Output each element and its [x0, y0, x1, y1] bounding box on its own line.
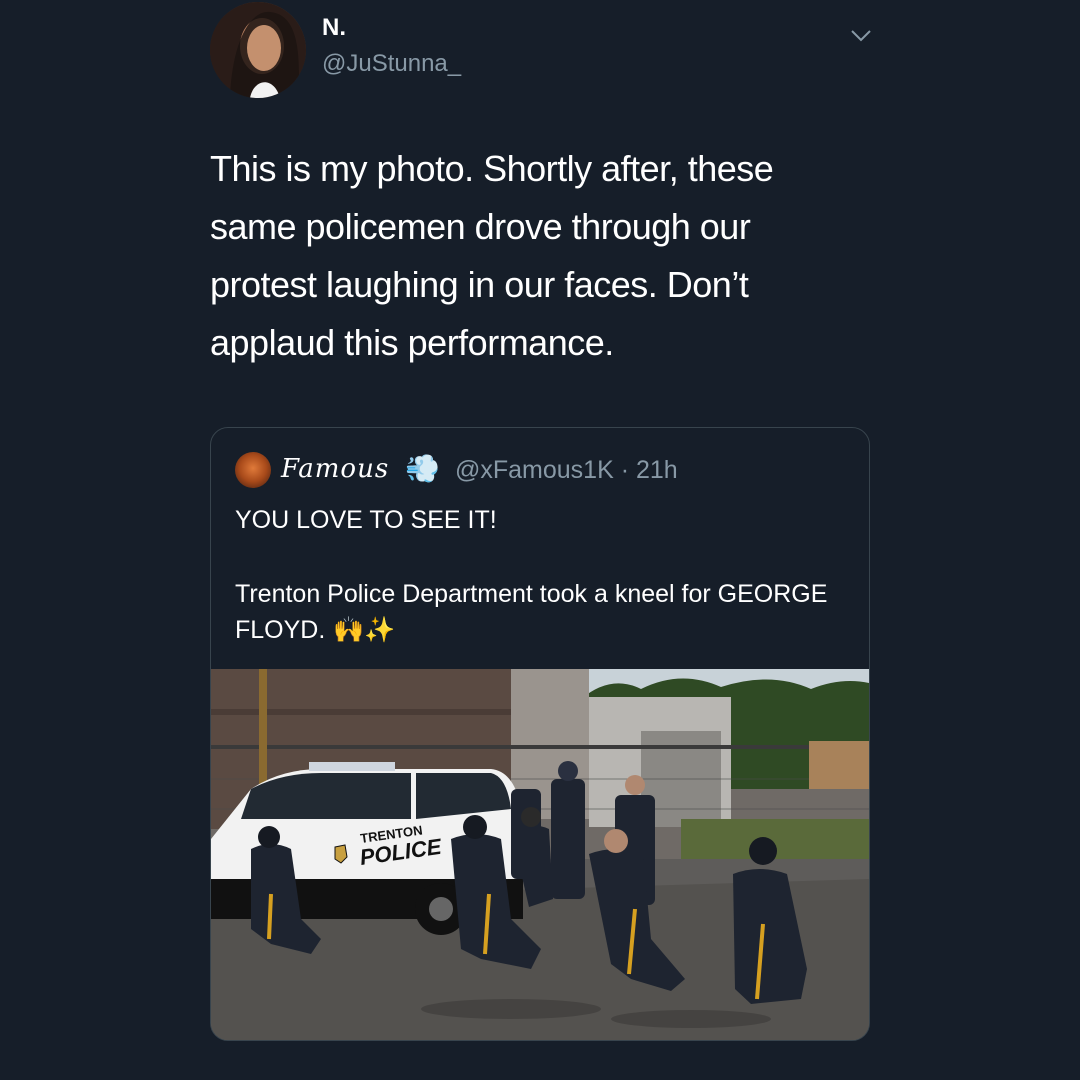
- author-avatar[interactable]: [210, 2, 306, 98]
- quoted-tweet-headline: YOU LOVE TO SEE IT!: [235, 506, 497, 534]
- author-handle[interactable]: @JuStunna_: [322, 50, 461, 78]
- avatar-image: [210, 2, 306, 98]
- quoted-tweet-photo[interactable]: TRENTON POLICE: [211, 669, 869, 1040]
- chevron-down-icon[interactable]: [848, 22, 874, 48]
- quoted-tweet-card[interactable]: Famous 💨 @xFamous1K · 21h YOU LOVE TO SE…: [210, 427, 870, 1041]
- quoted-tweet-meta: @xFamous1K · 21h: [455, 456, 678, 484]
- dash-emoji-icon: 💨: [405, 453, 440, 484]
- quoted-tweet-body-text: Trenton Police Department took a kneel f…: [235, 580, 828, 644]
- quoted-tweet-body: Trenton Police Department took a kneel f…: [235, 576, 845, 648]
- quoted-author-avatar: [235, 452, 271, 488]
- quoted-author-name: Famous: [281, 454, 390, 484]
- raising-hands-sparkles-icon: 🙌✨: [333, 616, 396, 644]
- tweet-screenshot: N. @JuStunna_ This is my photo. Shortly …: [0, 0, 1080, 1080]
- author-name[interactable]: N.: [322, 14, 346, 42]
- tweet-text: This is my photo. Shortly after, these s…: [210, 148, 774, 363]
